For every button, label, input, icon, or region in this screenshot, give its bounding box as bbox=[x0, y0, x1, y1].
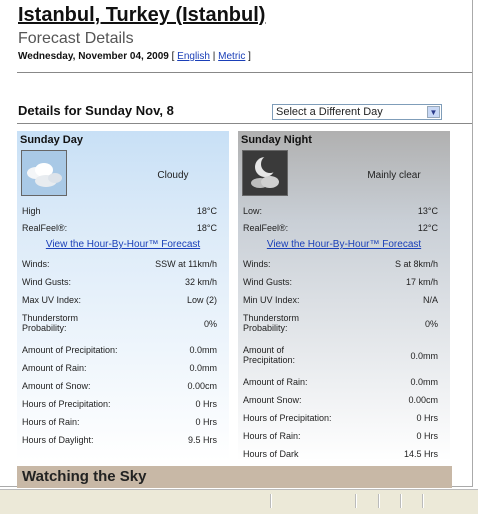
detail-value: 0% bbox=[203, 319, 217, 329]
detail-label: Thunderstorm Probability: bbox=[22, 313, 79, 333]
detail-label: Wind Gusts: bbox=[243, 277, 293, 287]
night-panel: Sunday Night Mainly clear Low: 13°C Real… bbox=[238, 131, 450, 462]
status-divider bbox=[378, 494, 380, 508]
detail-label: Hours of Rain: bbox=[243, 431, 301, 441]
detail-value: 12°C bbox=[417, 223, 438, 233]
detail-value: 0.00cm bbox=[187, 381, 217, 391]
status-divider bbox=[270, 494, 272, 508]
moon-cloud-icon bbox=[242, 150, 288, 196]
detail-value: 0.00cm bbox=[408, 395, 438, 405]
detail-label: Amount of Rain: bbox=[243, 377, 308, 387]
detail-value: Low (2) bbox=[186, 295, 217, 305]
hour-by-hour-link[interactable]: View the Hour-By-Hour™ Forecast bbox=[17, 239, 229, 250]
page-title: Istanbul, Turkey (Istanbul) bbox=[18, 4, 266, 26]
detail-label: Winds: bbox=[243, 259, 271, 269]
detail-label: RealFeel®: bbox=[22, 223, 68, 233]
detail-value: 13°C bbox=[417, 206, 438, 216]
details-heading: Details for Sunday Nov, 8 bbox=[18, 103, 174, 118]
day-select[interactable]: Select a Different Day ▼ bbox=[272, 104, 442, 120]
detail-label: Winds: bbox=[22, 259, 50, 269]
detail-value: 18°C bbox=[196, 223, 217, 233]
day-condition: Cloudy bbox=[157, 170, 189, 181]
detail-value: 32 km/h bbox=[184, 277, 217, 287]
detail-label: RealFeel®: bbox=[243, 223, 289, 233]
detail-label: Hours of Daylight: bbox=[22, 435, 94, 445]
detail-value: SSW at 11km/h bbox=[155, 259, 217, 269]
detail-value: 0% bbox=[424, 319, 438, 329]
detail-label: Amount of Precipitation: bbox=[243, 345, 296, 365]
detail-label: Low: bbox=[243, 206, 263, 216]
section-title: Watching the Sky bbox=[22, 468, 147, 485]
detail-value: 18°C bbox=[196, 206, 217, 216]
detail-value: 0.0mm bbox=[410, 377, 438, 387]
detail-value: 0.0mm bbox=[410, 351, 438, 361]
divider bbox=[17, 72, 472, 73]
detail-value: 0.0mm bbox=[189, 345, 217, 355]
detail-label: Hours of Dark bbox=[243, 449, 299, 459]
detail-label: Amount of Snow: bbox=[22, 381, 91, 391]
detail-label: Min UV Index: bbox=[243, 295, 300, 305]
detail-value: 0 Hrs bbox=[416, 431, 438, 441]
detail-value: 0 Hrs bbox=[416, 413, 438, 423]
divider bbox=[17, 123, 472, 124]
link-divider: | bbox=[212, 51, 216, 62]
detail-label: Wind Gusts: bbox=[22, 277, 72, 287]
detail-value: 0 Hrs bbox=[195, 417, 217, 427]
close-bracket: ] bbox=[248, 51, 251, 62]
detail-label: Amount of Precipitation: bbox=[22, 345, 118, 355]
detail-label: Hours of Precipitation: bbox=[22, 399, 111, 409]
night-condition: Mainly clear bbox=[367, 170, 421, 181]
current-date: Wednesday, November 04, 2009 bbox=[18, 51, 169, 62]
status-divider bbox=[422, 494, 424, 508]
day-select-value: Select a Different Day bbox=[276, 106, 383, 118]
status-divider bbox=[355, 494, 357, 508]
status-bar bbox=[0, 489, 478, 514]
detail-value: N/A bbox=[422, 295, 438, 305]
page-subtitle: Forecast Details bbox=[18, 30, 134, 47]
day-heading: Sunday Day bbox=[20, 134, 83, 146]
open-bracket: [ bbox=[171, 51, 175, 62]
detail-label: Amount of Rain: bbox=[22, 363, 87, 373]
night-heading: Sunday Night bbox=[241, 134, 312, 146]
cloudy-icon bbox=[21, 150, 67, 196]
detail-label: Hours of Precipitation: bbox=[243, 413, 332, 423]
detail-label: High bbox=[22, 206, 41, 216]
detail-label: Max UV Index: bbox=[22, 295, 82, 305]
chevron-down-icon[interactable]: ▼ bbox=[427, 106, 440, 118]
detail-value: S at 8km/h bbox=[394, 259, 438, 269]
hour-by-hour-link[interactable]: View the Hour-By-Hour™ Forecast bbox=[238, 239, 450, 250]
detail-value: 0.0mm bbox=[189, 363, 217, 373]
detail-label: Hours of Rain: bbox=[22, 417, 80, 427]
status-divider bbox=[400, 494, 402, 508]
metric-link[interactable]: Metric bbox=[218, 51, 245, 62]
watching-sky-bar: Watching the Sky bbox=[17, 466, 452, 488]
date-line: Wednesday, November 04, 2009 [ English |… bbox=[18, 51, 251, 62]
detail-value: 9.5 Hrs bbox=[187, 435, 217, 445]
detail-label: Thunderstorm Probability: bbox=[243, 313, 300, 333]
english-link[interactable]: English bbox=[177, 51, 210, 62]
detail-value: 0 Hrs bbox=[195, 399, 217, 409]
detail-value: 17 km/h bbox=[405, 277, 438, 287]
detail-label: Amount Snow: bbox=[243, 395, 302, 405]
day-panel: Sunday Day Cloudy High 18°C RealFeel®: 1… bbox=[17, 131, 229, 462]
detail-value: 14.5 Hrs bbox=[403, 449, 438, 459]
